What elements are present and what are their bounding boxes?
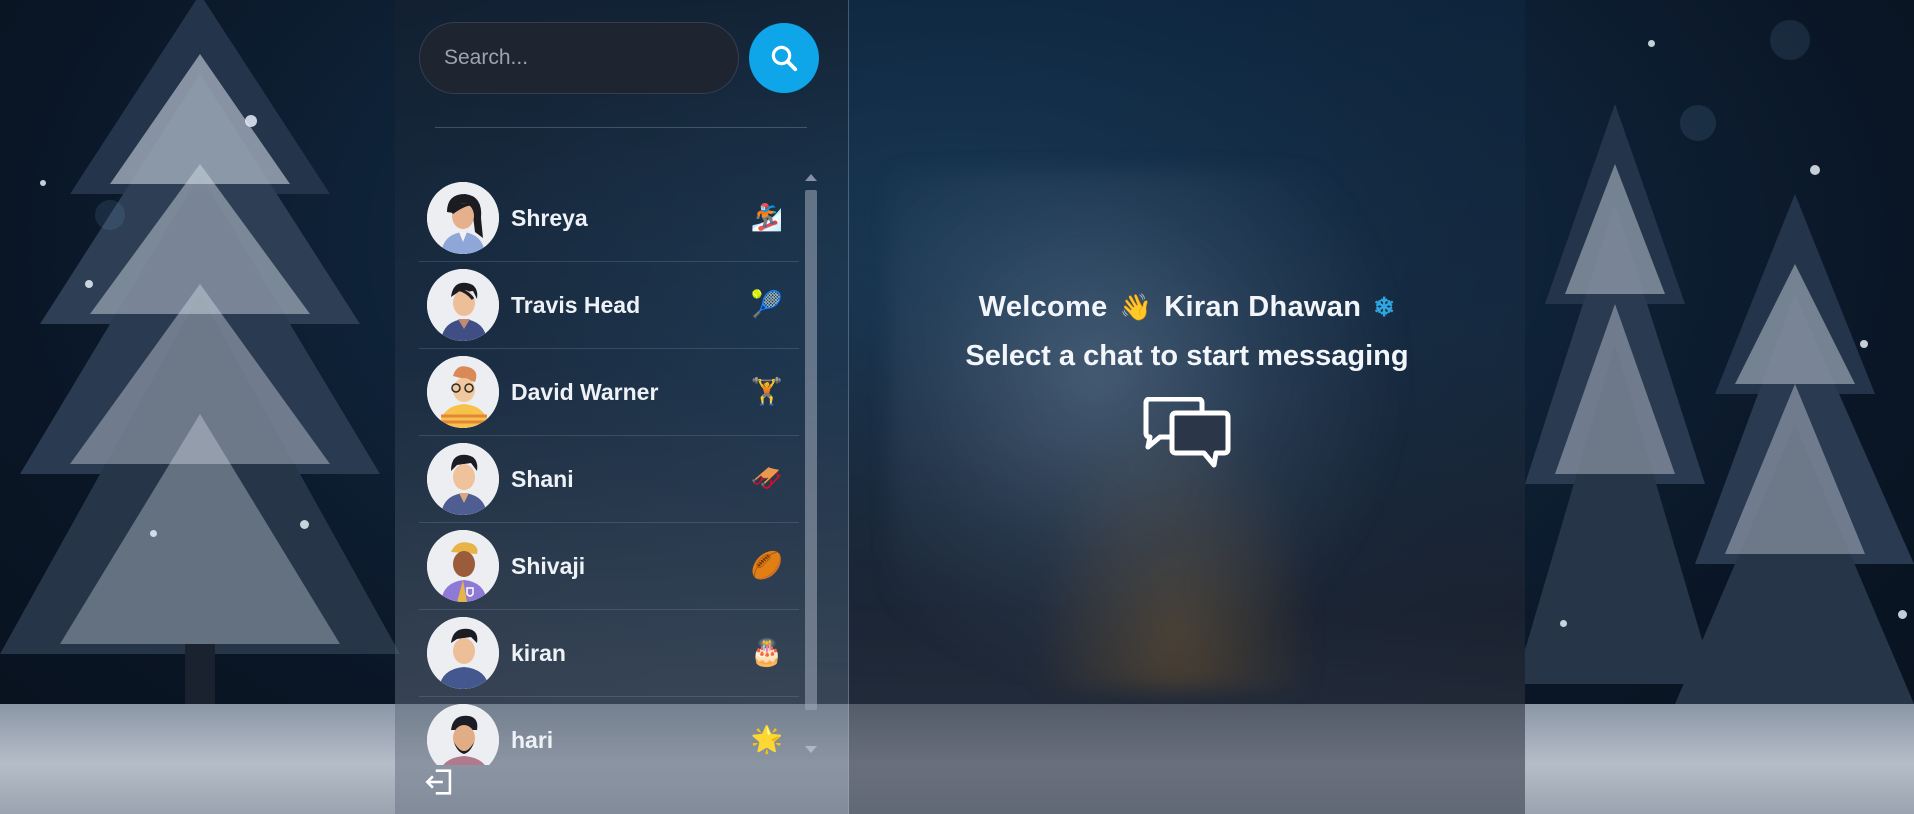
avatar [427,704,499,765]
chat-item-kiran[interactable]: kiran 🎂 [419,610,799,697]
chat-bubbles-icon [1140,396,1234,473]
chat-name: Shani [511,465,574,492]
logout-icon [425,769,452,795]
search-bar [419,22,819,94]
chat-item-hari[interactable]: hari 🌟 [419,697,799,765]
rugby-ball-icon: 🏉 [750,551,784,581]
avatar [427,356,499,428]
chat-list: Shreya 🏂 Travis Head 🎾 David Warner 🏋 Sh… [419,175,799,765]
avatar [427,182,499,254]
tennis-icon: 🎾 [750,290,784,320]
chat-name: kiran [511,639,566,666]
snow-tree-right [1525,104,1914,704]
snowboarder-icon: 🏂 [750,203,784,233]
chat-name: Shreya [511,204,588,231]
main-panel: Welcome 👋 Kiran Dhawan ❄ Select a chat t… [849,0,1525,814]
chat-name: David Warner [511,378,659,405]
welcome-message: Welcome 👋 Kiran Dhawan ❄ [979,291,1396,324]
search-icon [771,45,798,72]
welcome-subtitle: Select a chat to start messaging [965,340,1409,372]
avatar [427,443,499,515]
chat-list-scrollbar[interactable] [805,174,817,753]
welcome-greeting: Welcome [978,291,1108,323]
avatar [427,617,499,689]
weightlifter-icon: 🏋 [750,377,784,407]
chat-name: Shivaji [511,552,586,579]
chat-app: Shreya 🏂 Travis Head 🎾 [395,0,1525,814]
chat-name: hari [511,726,554,753]
logout-button[interactable] [421,764,459,800]
search-divider [435,127,807,128]
chat-item-shivaji[interactable]: Shivaji 🏉 [419,523,799,610]
chat-item-travis-head[interactable]: Travis Head 🎾 [419,262,799,349]
chat-item-shani[interactable]: Shani 🛷 [419,436,799,523]
chat-item-shreya[interactable]: Shreya 🏂 [419,175,799,262]
chat-item-david-warner[interactable]: David Warner 🏋 [419,349,799,436]
scroll-down-arrow[interactable] [805,746,817,753]
snowflake-icon: ❄ [1373,292,1396,322]
sidebar: Shreya 🏂 Travis Head 🎾 [395,0,849,814]
wave-icon: 👋 [1119,292,1153,322]
sled-icon: 🛷 [750,464,784,494]
star-icon: 🌟 [750,725,784,755]
birthday-cake-icon: 🎂 [750,638,784,668]
avatar [427,269,499,341]
scrollbar-thumb[interactable] [805,190,817,710]
scroll-up-arrow[interactable] [805,174,817,181]
search-input[interactable] [419,22,739,94]
chat-name: Travis Head [511,291,641,318]
snow-tree-left [0,0,400,734]
search-button[interactable] [749,23,819,93]
avatar [427,530,499,602]
welcome-user-name: Kiran Dhawan [1164,291,1362,323]
